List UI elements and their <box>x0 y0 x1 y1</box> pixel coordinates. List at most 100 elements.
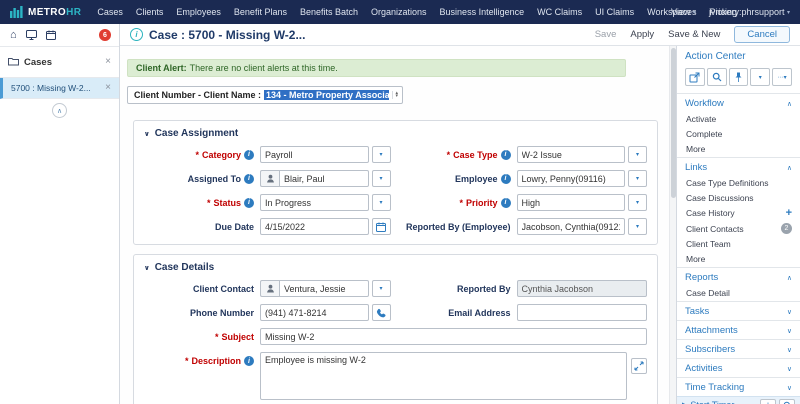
chevron-down-icon: ▾ <box>636 151 639 158</box>
due-date-calendar-button[interactable] <box>372 218 391 235</box>
notification-badge[interactable]: 6 <box>99 29 111 41</box>
case-details-header[interactable]: ∨ Case Details <box>144 260 647 280</box>
nav-benefit-plans[interactable]: Benefit Plans <box>234 7 287 17</box>
link-case-history[interactable]: Case History+ <box>677 206 800 221</box>
case-type-input[interactable] <box>517 146 626 163</box>
view-menu[interactable]: View ▾ <box>671 7 696 17</box>
description-expand-button[interactable] <box>631 358 647 374</box>
workflow-more[interactable]: More <box>677 142 800 157</box>
nav-employees[interactable]: Employees <box>176 7 221 17</box>
action-search-button[interactable] <box>707 68 727 86</box>
more-actions-button[interactable]: ⋯▾ <box>772 68 792 86</box>
employee-dropdown-button[interactable]: ▾ <box>628 170 647 187</box>
sidebar-cases-group[interactable]: Cases × <box>0 47 119 78</box>
sidebar-collapse-area: ∧ <box>0 99 119 122</box>
priority-dropdown-button[interactable]: ▾ <box>628 194 647 211</box>
link-case-discussions[interactable]: Case Discussions <box>677 191 800 206</box>
info-icon[interactable]: i <box>501 174 511 184</box>
subscribers-section-header[interactable]: Subscribers∨ <box>677 339 800 358</box>
start-timer-button[interactable]: ▶Start Timer <box>682 400 734 404</box>
priority-input[interactable] <box>517 194 626 211</box>
reported-by-employee-input[interactable] <box>517 218 626 235</box>
category-dropdown-button[interactable]: ▾ <box>372 146 391 163</box>
nav-clients[interactable]: Clients <box>136 7 164 17</box>
home-icon[interactable]: ⌂ <box>10 30 17 41</box>
link-client-team[interactable]: Client Team <box>677 237 800 252</box>
workflow-section-header[interactable]: Workflow∧ <box>677 93 800 112</box>
description-textarea[interactable]: Employee is missing W-2 <box>260 352 627 400</box>
phone-call-button[interactable] <box>372 304 391 321</box>
info-icon[interactable]: i <box>501 150 511 160</box>
workflow-complete[interactable]: Complete <box>677 127 800 142</box>
nav-organizations[interactable]: Organizations <box>371 7 427 17</box>
status-dropdown-button[interactable]: ▾ <box>372 194 391 211</box>
reports-section-header[interactable]: Reports∧ <box>677 267 800 286</box>
open-in-window-button[interactable] <box>685 68 705 86</box>
links-section-header[interactable]: Links∧ <box>677 157 800 176</box>
category-input[interactable] <box>260 146 369 163</box>
client-contact-input[interactable] <box>279 280 369 297</box>
pin-button[interactable] <box>729 68 749 86</box>
email-address-input[interactable] <box>517 304 648 321</box>
info-icon[interactable]: i <box>244 198 254 208</box>
time-tracking-section-header[interactable]: Time Tracking∨ <box>677 377 800 396</box>
case-type-dropdown-button[interactable]: ▾ <box>628 146 647 163</box>
info-icon[interactable]: i <box>244 356 254 366</box>
client-selector[interactable]: Client Number - Client Name : 134 - Metr… <box>127 86 403 104</box>
nav-business-intelligence[interactable]: Business Intelligence <box>440 7 525 17</box>
links-more[interactable]: More <box>677 252 800 267</box>
add-button[interactable]: + <box>760 399 776 404</box>
report-case-detail[interactable]: Case Detail <box>677 286 800 301</box>
due-date-input[interactable] <box>260 218 369 235</box>
info-icon[interactable]: i <box>244 150 254 160</box>
scrollbar-thumb[interactable] <box>671 48 676 198</box>
field-category: *Categoryi ▾ <box>144 146 391 163</box>
link-case-type-definitions[interactable]: Case Type Definitions <box>677 176 800 191</box>
status-input[interactable] <box>260 194 369 211</box>
sidebar-case-item[interactable]: 5700 : Missing W-2... × <box>0 78 119 99</box>
assigned-to-dropdown-button[interactable]: ▾ <box>372 170 391 187</box>
vertical-scrollbar[interactable] <box>669 46 676 404</box>
attachments-section-header[interactable]: Attachments∨ <box>677 320 800 339</box>
link-client-contacts[interactable]: Client Contacts2 <box>677 221 800 237</box>
monitor-icon[interactable] <box>26 30 37 40</box>
nav-ui-claims[interactable]: UI Claims <box>595 7 634 17</box>
close-case-item-icon[interactable]: × <box>105 83 111 93</box>
main-nav: Cases Clients Employees Benefit Plans Be… <box>97 7 671 17</box>
nav-wc-claims[interactable]: WC Claims <box>537 7 582 17</box>
action-center-toolbar: ▾ ⋯▾ <box>677 65 800 93</box>
nav-benefits-batch[interactable]: Benefits Batch <box>300 7 358 17</box>
employee-input[interactable] <box>517 170 626 187</box>
info-icon[interactable]: i <box>501 198 511 208</box>
workflow-activate[interactable]: Activate <box>677 112 800 127</box>
case-assignment-header[interactable]: ∨ Case Assignment <box>144 126 647 146</box>
activities-section-header[interactable]: Activities∨ <box>677 358 800 377</box>
apply-button[interactable]: Apply <box>630 29 654 40</box>
calendar-icon <box>376 222 386 232</box>
cancel-button[interactable]: Cancel <box>734 26 790 43</box>
chevron-down-icon: ▾ <box>636 175 639 182</box>
reported-by-employee-dropdown-button[interactable]: ▾ <box>628 218 647 235</box>
assigned-to-input[interactable] <box>279 170 369 187</box>
save-and-new-button[interactable]: Save & New <box>668 29 720 40</box>
open-in-new-icon <box>689 72 700 83</box>
tasks-section-header[interactable]: Tasks∨ <box>677 301 800 320</box>
client-contact-person-button[interactable] <box>260 280 279 297</box>
phone-number-input[interactable] <box>260 304 369 321</box>
reported-by-input <box>517 280 648 297</box>
action-dropdown-button[interactable]: ▾ <box>750 68 770 86</box>
save-button[interactable]: Save <box>595 29 617 40</box>
sidebar-collapse-button[interactable]: ∧ <box>52 103 67 118</box>
assigned-to-person-button[interactable] <box>260 170 279 187</box>
client-contact-dropdown-button[interactable]: ▾ <box>372 280 391 297</box>
calendar-icon[interactable] <box>46 30 56 40</box>
footer-search-button[interactable] <box>779 399 795 404</box>
close-cases-group-icon[interactable]: × <box>105 57 111 67</box>
user-menu[interactable]: jvickery:phrsupport ▾ <box>709 7 790 17</box>
client-spinner[interactable]: ▴▾ <box>392 91 400 99</box>
brand-logo[interactable]: METROHR <box>10 6 81 18</box>
nav-cases[interactable]: Cases <box>97 7 123 17</box>
info-icon[interactable]: i <box>244 174 254 184</box>
add-case-history-button[interactable]: + <box>786 209 792 218</box>
subject-input[interactable] <box>260 328 647 345</box>
